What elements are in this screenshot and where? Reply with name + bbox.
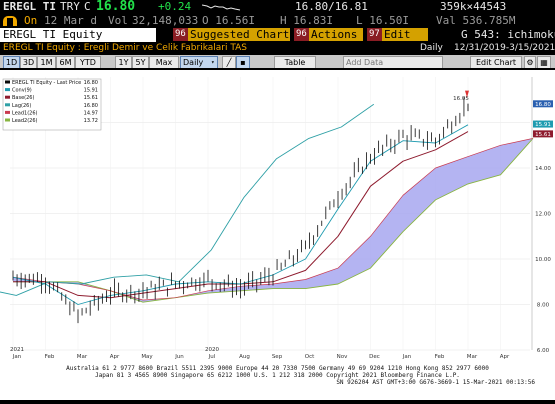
x-tick-label: Jun bbox=[174, 354, 184, 360]
add-data-field[interactable]: Add Data bbox=[343, 56, 443, 68]
x-tick-label: Feb bbox=[45, 354, 55, 360]
menu-bar: EREGL TI Equity 96 Suggested Charts 96 A… bbox=[0, 28, 555, 42]
x-tick-label: Apr bbox=[500, 354, 510, 360]
period-max-button[interactable]: Max bbox=[149, 56, 179, 68]
y-tick-label: 14.00 bbox=[535, 166, 551, 172]
ichimoku-chart[interactable]: 6.008.0010.0012.0014.0016.00JanFebMarApr… bbox=[0, 70, 555, 400]
legend-value: 13.72 bbox=[84, 118, 98, 124]
legend-swatch bbox=[5, 118, 10, 122]
x-tick-label: Mar bbox=[77, 354, 88, 360]
legend-value: 16.80 bbox=[84, 103, 98, 109]
legend-swatch bbox=[5, 88, 10, 92]
last-price: 16.80 bbox=[96, 0, 136, 14]
low-price: L 16.50I bbox=[356, 14, 409, 27]
lag-line bbox=[0, 103, 375, 296]
legend-name: Lead1(26) bbox=[12, 110, 38, 116]
info-bar: On 12 Mar d Vol 32,148,033 O 16.56I H 16… bbox=[0, 14, 555, 28]
on-label: On bbox=[24, 14, 38, 27]
price-prefix: C bbox=[84, 0, 91, 13]
legend-swatch bbox=[5, 95, 10, 99]
line-tool-icon[interactable]: ╱ bbox=[222, 56, 236, 68]
page-name: G 543: ichimoku bbox=[461, 28, 555, 41]
value-traded: Val 536.785M bbox=[436, 14, 516, 27]
x-tick-label: Jul bbox=[208, 354, 216, 360]
volume-label: Vol bbox=[108, 14, 128, 27]
edit-button[interactable]: Edit bbox=[382, 28, 428, 41]
edit-number[interactable]: 97 bbox=[367, 28, 382, 41]
ticker[interactable]: EREGL TI bbox=[3, 0, 56, 13]
period-ytd-button[interactable]: YTD bbox=[75, 56, 101, 68]
period-6m-button[interactable]: 6M bbox=[56, 56, 75, 68]
x-tick-label: Feb bbox=[435, 354, 445, 360]
bid-ask: 16.80/16.81 bbox=[295, 0, 368, 13]
chart-title: EREGL TI Equity : Eregli Demir ve Celik … bbox=[3, 43, 248, 53]
period-1d-button[interactable]: 1D bbox=[3, 56, 20, 68]
year-label: 2020 bbox=[205, 347, 219, 353]
x-tick-label: Mar bbox=[467, 354, 478, 360]
x-tick-label: Dec bbox=[369, 354, 380, 360]
edit-chart-button[interactable]: Edit Chart bbox=[470, 56, 522, 68]
legend-swatch bbox=[5, 110, 10, 114]
price-change: +0.24 bbox=[158, 0, 192, 13]
frequency-label: Daily bbox=[420, 43, 443, 53]
footer-line-2: Japan 81 3 4565 8900 Singapore 65 6212 1… bbox=[95, 372, 460, 379]
actions-button[interactable]: Actions bbox=[309, 28, 363, 41]
quote-bar: EREGL TI TRY C 16.80 +0.24 16.80/16.81 3… bbox=[0, 0, 555, 14]
grid-icon[interactable]: ▦ bbox=[537, 56, 551, 68]
last-price-tag-label: 16.80 bbox=[535, 102, 551, 108]
legend-value: 16.80 bbox=[84, 80, 98, 86]
y-tick-label: 6.00 bbox=[537, 348, 550, 354]
x-tick-label: Aug bbox=[239, 354, 250, 360]
legend-value: 15.61 bbox=[84, 95, 98, 101]
trade-date: 12 Mar d bbox=[44, 14, 97, 27]
suggested-charts-number[interactable]: 96 bbox=[173, 28, 188, 41]
chart-area[interactable]: 6.008.0010.0012.0014.0016.00JanFebMarApr… bbox=[0, 70, 555, 400]
x-tick-label: Jan bbox=[402, 354, 412, 360]
legend-value: 15.91 bbox=[84, 88, 98, 94]
chart-legend: EREGL TI Equity - Last Price 16.80Conv(9)… bbox=[2, 78, 102, 131]
period-3d-button[interactable]: 3D bbox=[20, 56, 37, 68]
volume: 32,148,033 bbox=[132, 14, 199, 27]
y-tick-label: 12.00 bbox=[535, 212, 551, 218]
currency: TRY bbox=[60, 0, 80, 13]
legend-swatch bbox=[5, 80, 10, 84]
open-price: O 16.56I bbox=[202, 14, 255, 27]
suggested-charts-button[interactable]: Suggested Charts bbox=[188, 28, 296, 41]
legend-swatch bbox=[5, 103, 10, 107]
chevron-down-icon: ▾ bbox=[211, 59, 215, 66]
title-bar: EREGL TI Equity : Eregli Demir ve Celik … bbox=[0, 42, 555, 55]
high-price: H 16.83I bbox=[280, 14, 333, 27]
chart-toolbar: 1D 3D 1M 6M YTD 1Y 5Y Max Daily ▾ ╱ ▪ Ta… bbox=[0, 55, 555, 68]
last-price-tag-label: 15.61 bbox=[535, 132, 551, 138]
year-label: 2021 bbox=[10, 347, 24, 353]
period-5y-button[interactable]: 5Y bbox=[132, 56, 149, 68]
legend-name: EREGL TI Equity - Last Price bbox=[12, 80, 81, 86]
actions-number[interactable]: 96 bbox=[294, 28, 309, 41]
legend-name: Conv(9) bbox=[12, 88, 32, 94]
legend-name: Lag(26) bbox=[12, 103, 31, 109]
sparkline-icon bbox=[202, 4, 241, 11]
x-tick-label: May bbox=[141, 354, 153, 360]
x-tick-label: Oct bbox=[305, 354, 315, 360]
security-field[interactable]: EREGL TI Equity bbox=[0, 28, 156, 42]
draw-tool-icon[interactable]: ▪ bbox=[236, 56, 250, 68]
bid-ask-size: 359k×44543 bbox=[440, 0, 507, 13]
footer-line-1: Australia 61 2 9777 8600 Brazil 5511 239… bbox=[66, 365, 489, 372]
legend-value: 14.97 bbox=[84, 110, 98, 116]
legend-name: Lead2(26) bbox=[12, 118, 38, 124]
y-tick-label: 8.00 bbox=[537, 303, 550, 309]
last-price-tag-label: 15.91 bbox=[535, 122, 551, 128]
table-button[interactable]: Table bbox=[274, 56, 316, 68]
y-tick-label: 10.00 bbox=[535, 257, 551, 263]
date-range: 12/31/2019-3/15/2021 bbox=[454, 43, 555, 53]
x-tick-label: Nov bbox=[337, 354, 348, 360]
period-1y-button[interactable]: 1Y bbox=[115, 56, 132, 68]
x-tick-label: Sep bbox=[272, 354, 283, 360]
settings-icon[interactable]: ⚙ bbox=[524, 56, 536, 68]
period-1m-button[interactable]: 1M bbox=[37, 56, 56, 68]
x-tick-label: Apr bbox=[110, 354, 120, 360]
x-tick-label: Jan bbox=[12, 354, 22, 360]
legend-name: Base(26) bbox=[12, 95, 34, 101]
footer-line-3: SN 926204 AST GMT+3:00 G676-3669-1 15-Ma… bbox=[336, 379, 535, 386]
